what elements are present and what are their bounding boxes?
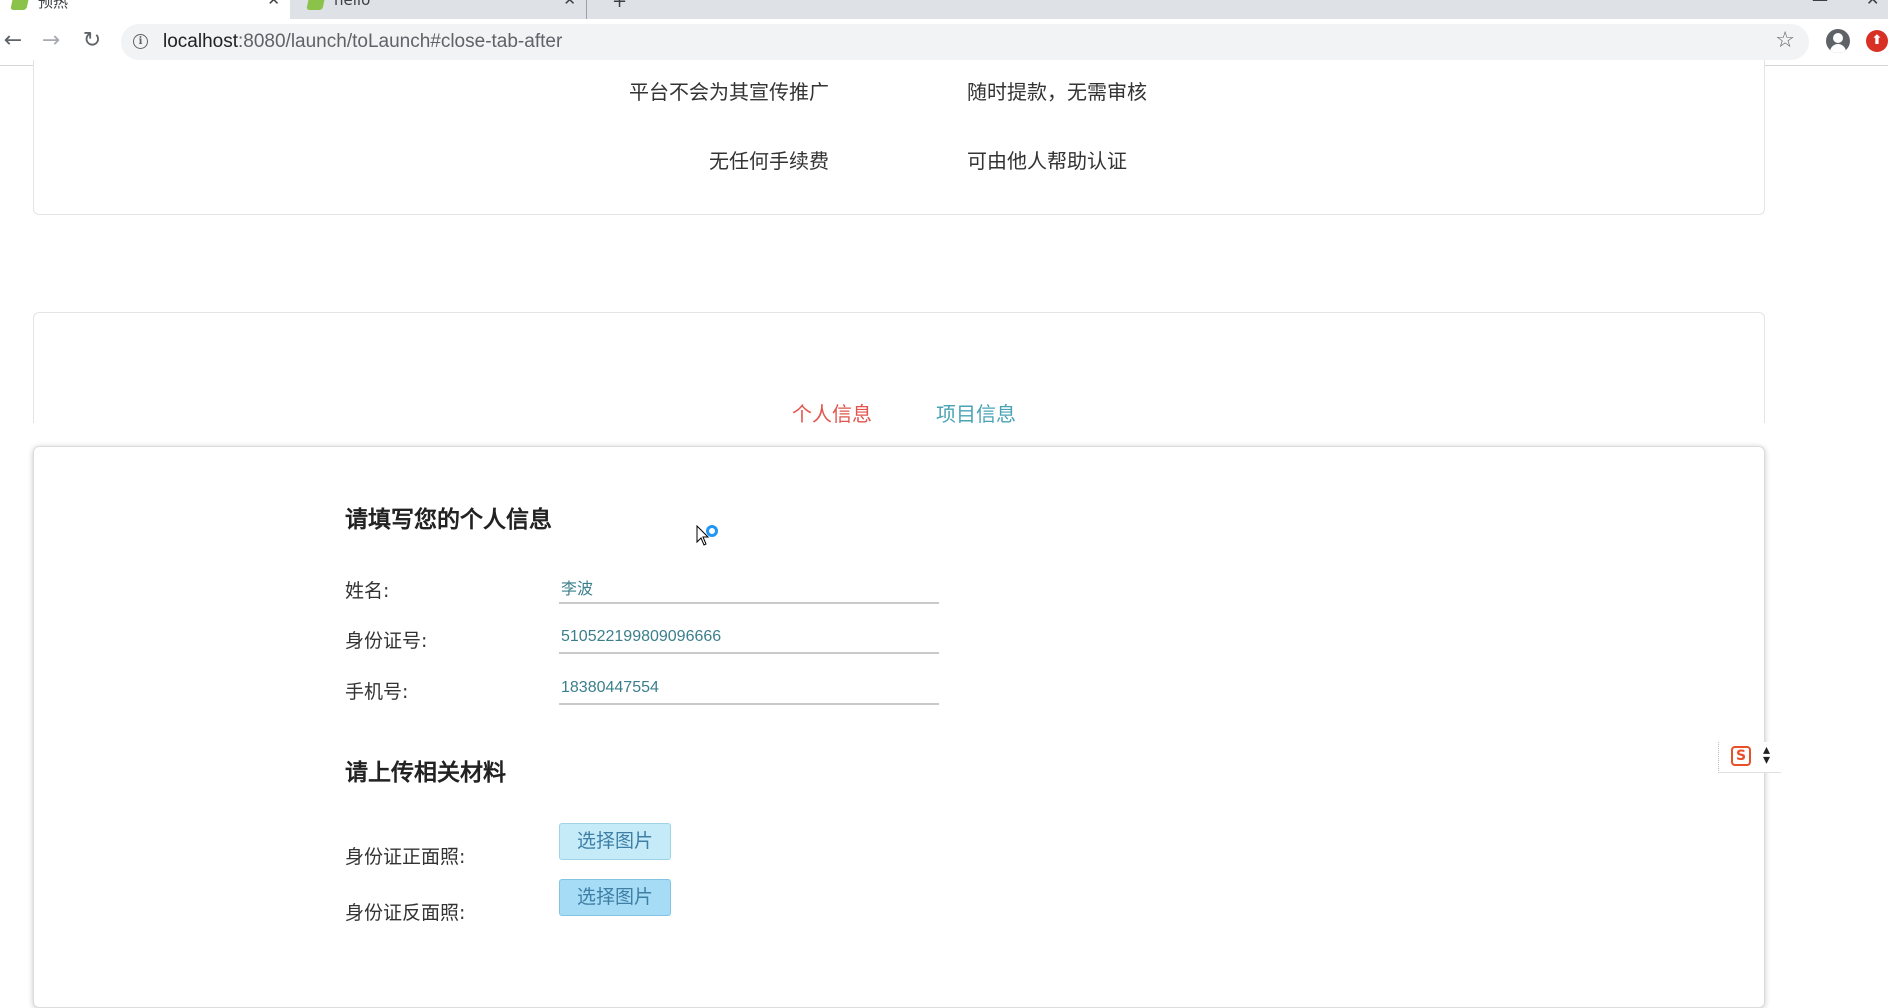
url-text: localhost:8080/launch/toLaunch#close-tab…	[163, 31, 563, 52]
tab-favicon-icon	[10, 0, 30, 10]
name-label: 姓名:	[345, 580, 390, 602]
reload-icon[interactable]: ↻	[79, 28, 105, 54]
id-back-label: 身份证反面照:	[345, 902, 466, 924]
minimize-icon[interactable]: —	[1812, 0, 1828, 9]
star-icon[interactable]: ☆	[1775, 28, 1795, 53]
id-back-upload-button[interactable]: 选择图片	[559, 879, 671, 916]
s-logo-icon[interactable]: S	[1731, 746, 1751, 766]
address-bar[interactable]: i localhost:8080/launch/toLaunch#close-t…	[121, 24, 1809, 60]
extension-icon[interactable]: ⬆	[1866, 30, 1888, 52]
phone-label: 手机号:	[345, 681, 409, 703]
tab-close-icon[interactable]: ✕	[563, 0, 576, 9]
account-icon[interactable]	[1826, 29, 1850, 53]
phone-input[interactable]	[559, 673, 939, 705]
browser-tab-inactive[interactable]: hello ✕	[296, 0, 587, 19]
browser-toolbar: ← → ↻ i localhost:8080/launch/toLaunch#c…	[0, 19, 1888, 66]
forward-arrow-icon[interactable]: →	[38, 28, 64, 54]
tab-project-info[interactable]: 项目信息	[936, 398, 1016, 427]
tabs-card	[33, 312, 1765, 423]
browser-tab-active[interactable]: 预热 ✕	[0, 0, 290, 19]
feature-fee: 无任何手续费	[709, 149, 829, 173]
tab-favicon-icon	[306, 0, 326, 10]
upload-title: 请上传相关材料	[345, 760, 506, 786]
personal-info-title: 请填写您的个人信息	[345, 507, 552, 533]
feature-verify: 可由他人帮助认证	[967, 149, 1127, 173]
feature-withdraw: 随时提款，无需审核	[967, 80, 1147, 104]
id-front-upload-button[interactable]: 选择图片	[559, 823, 671, 860]
back-arrow-icon[interactable]: ←	[0, 28, 26, 54]
tab-title: hello	[334, 0, 371, 9]
cursor-icon	[696, 525, 718, 546]
tab-title: 预热	[38, 0, 69, 11]
more-icon[interactable]: ▴ ▾	[1763, 743, 1770, 767]
id-number-label: 身份证号:	[345, 630, 428, 652]
features-card	[33, 60, 1765, 215]
feature-promotion: 平台不会为其宣传推广	[629, 80, 829, 104]
tab-personal-info[interactable]: 个人信息	[792, 398, 872, 427]
new-tab-icon[interactable]: +	[612, 0, 627, 12]
id-number-input[interactable]	[559, 622, 939, 654]
info-icon[interactable]: i	[133, 34, 148, 49]
id-front-label: 身份证正面照:	[345, 846, 466, 868]
browser-tab-strip: 预热 ✕ hello ✕ + — ✕	[0, 0, 1888, 19]
floating-widget[interactable]: S ▴ ▾	[1718, 742, 1781, 773]
close-window-icon[interactable]: ✕	[1866, 0, 1879, 9]
name-input[interactable]	[559, 572, 939, 604]
tab-close-icon[interactable]: ✕	[267, 0, 280, 9]
form-card	[33, 446, 1765, 1008]
